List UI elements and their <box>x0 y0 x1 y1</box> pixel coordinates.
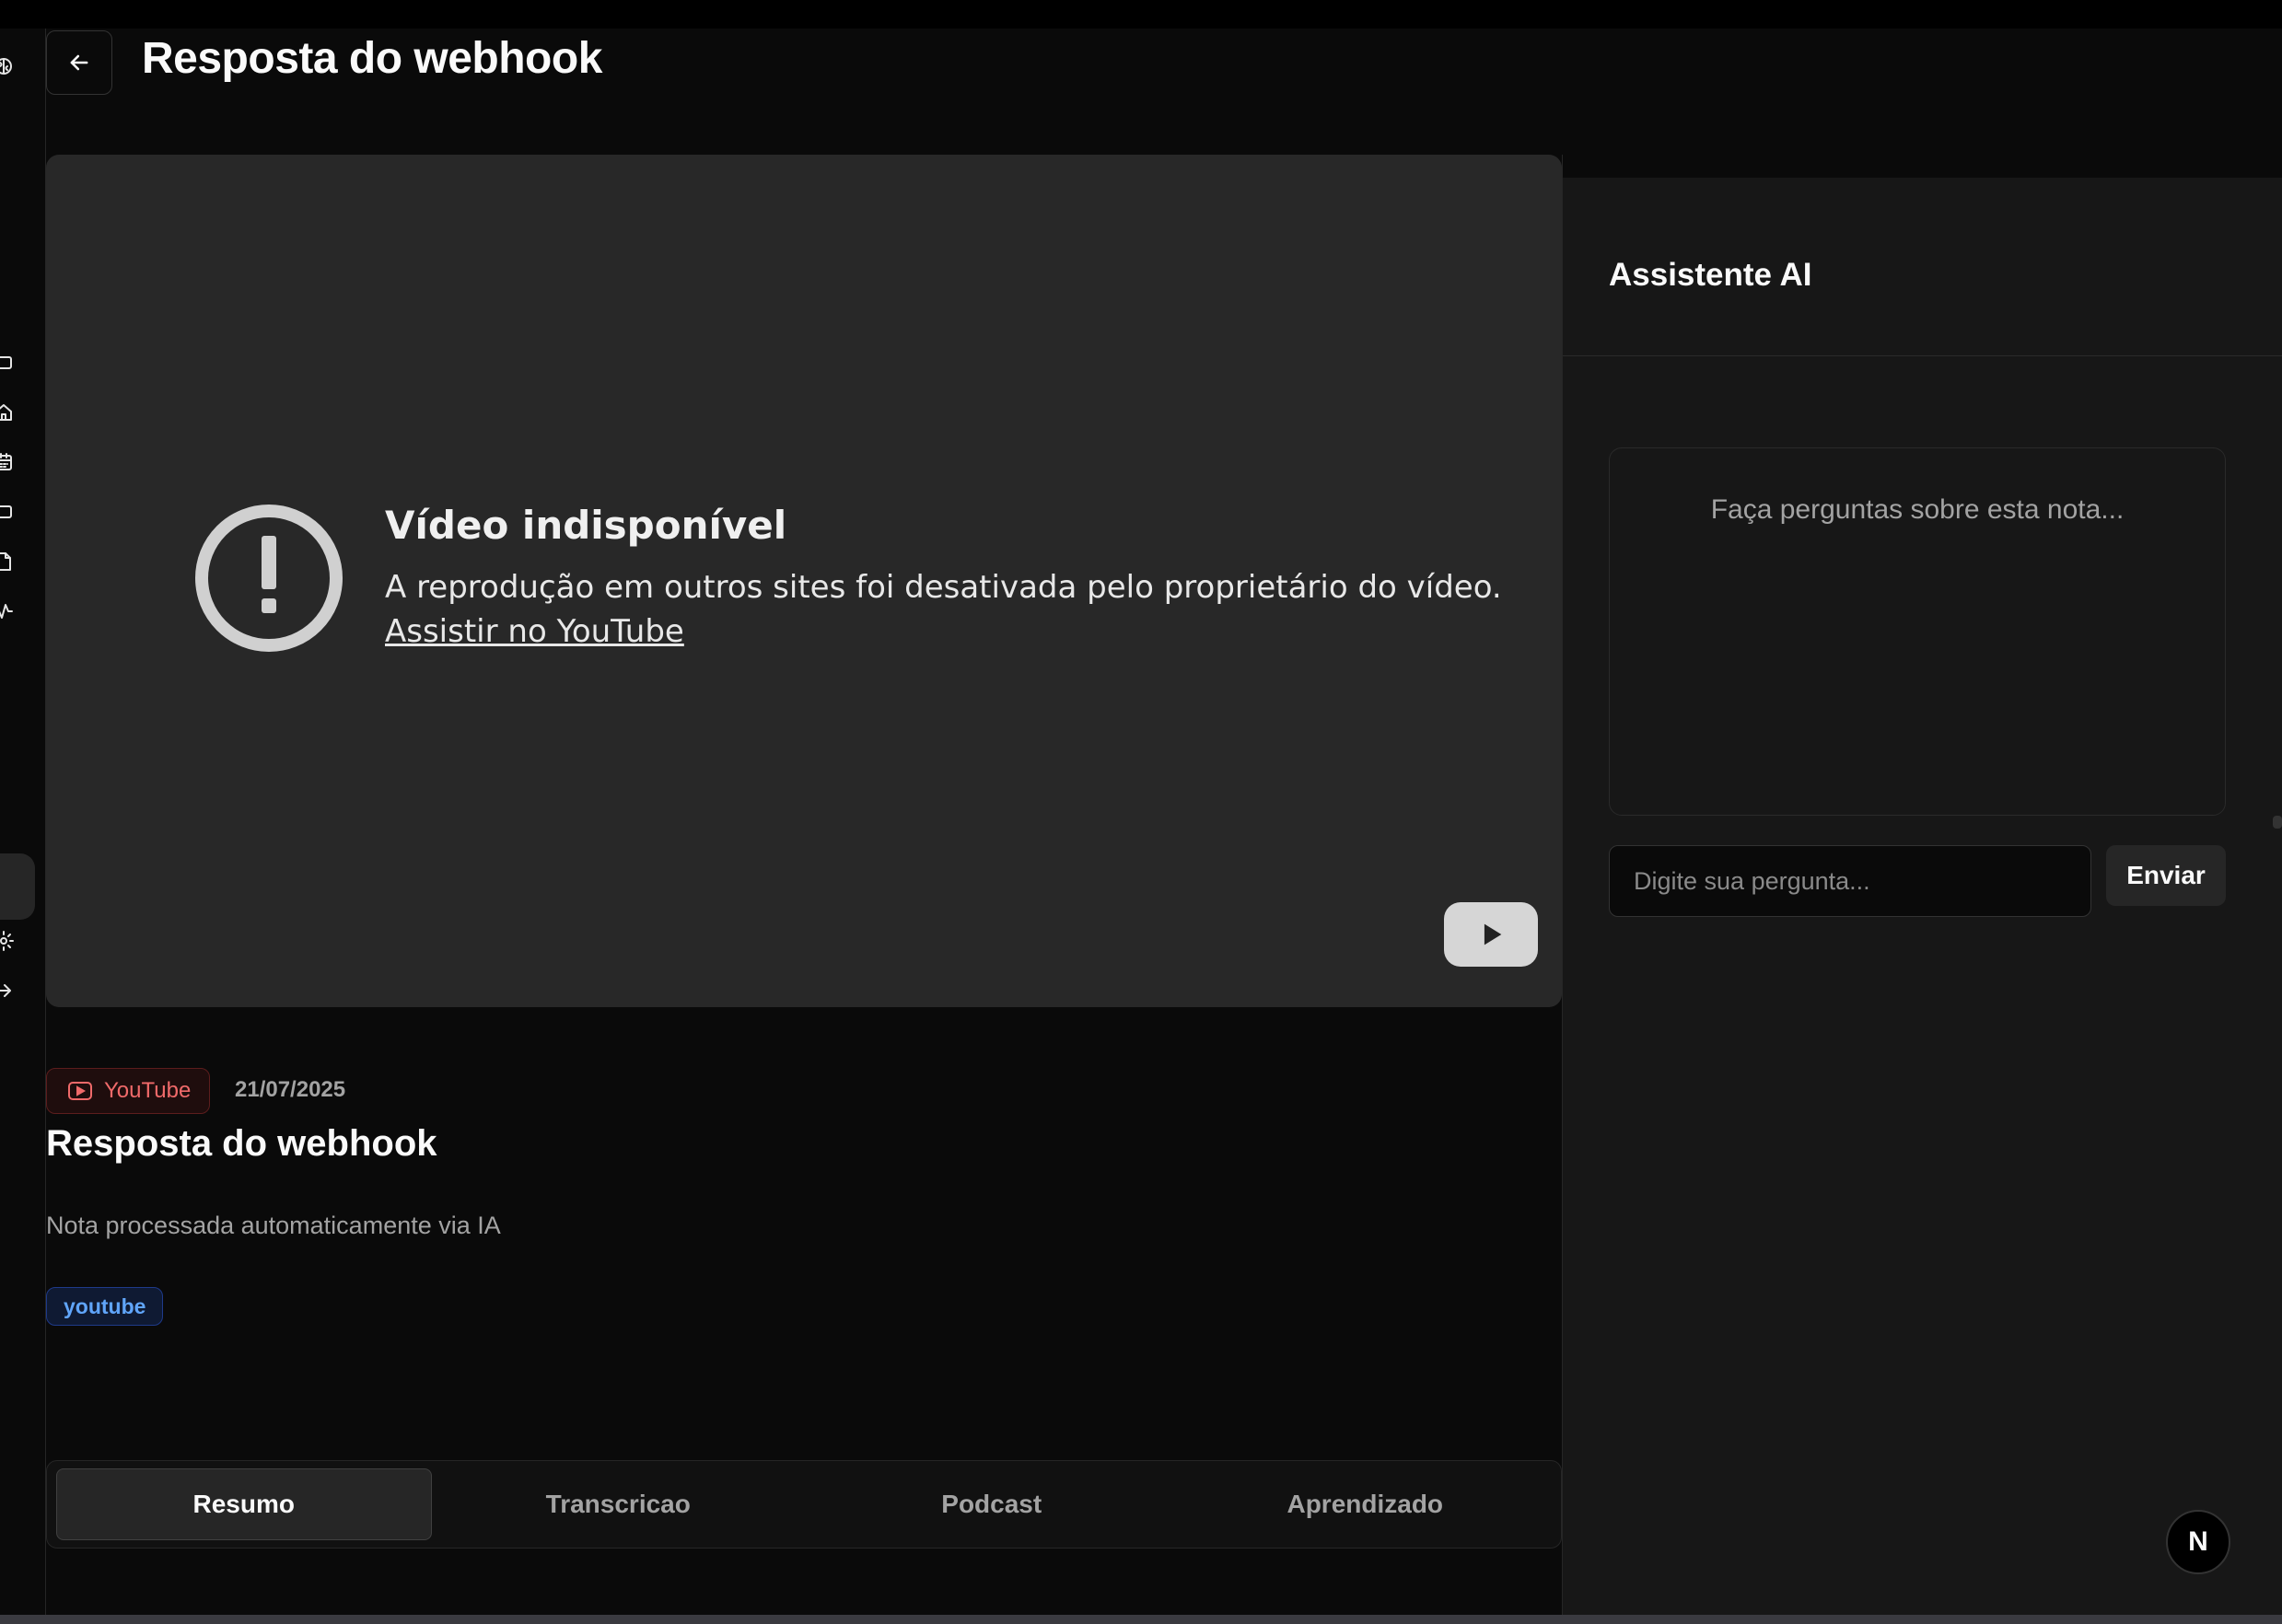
tab-podcast[interactable]: Podcast <box>805 1468 1179 1540</box>
warning-icon <box>195 505 343 652</box>
note-date: 21/07/2025 <box>235 1077 346 1102</box>
assistant-divider <box>1563 355 2282 356</box>
video-unavailable-title: Vídeo indisponível <box>385 503 787 548</box>
page-title: Resposta do webhook <box>142 34 602 83</box>
video-unavailable-message: A reprodução em outros sites foi desativ… <box>385 569 1502 606</box>
scrollbar[interactable] <box>2273 816 2282 829</box>
youtube-icon <box>68 1082 92 1100</box>
brain-icon[interactable] <box>0 52 20 80</box>
sidebar-active-highlight <box>0 853 35 920</box>
home-icon[interactable] <box>0 399 20 426</box>
assistant-title: Assistente AI <box>1609 257 1812 293</box>
bottom-strip <box>0 1615 2282 1624</box>
back-button[interactable] <box>46 30 112 95</box>
watch-on-youtube-link[interactable]: Assistir no YouTube <box>385 613 684 650</box>
tab-aprendizado[interactable]: Aprendizado <box>1179 1468 1553 1540</box>
note-tabs: Resumo Transcricao Podcast Aprendizado <box>46 1460 1562 1549</box>
question-input[interactable] <box>1609 845 2091 917</box>
arrow-left-icon <box>70 54 88 71</box>
next-dev-badge[interactable]: N <box>2166 1510 2230 1574</box>
chat-empty-text: Faça perguntas sobre esta nota... <box>1710 494 2125 525</box>
gear-icon[interactable] <box>0 927 20 955</box>
play-icon <box>1484 923 1502 945</box>
source-badge: YouTube <box>46 1068 211 1114</box>
browser-top-bar <box>0 0 2282 29</box>
tag-youtube[interactable]: youtube <box>46 1287 164 1326</box>
box-icon[interactable] <box>0 349 20 377</box>
note-description: Nota processada automaticamente via IA <box>46 1212 501 1239</box>
send-button[interactable]: Enviar <box>2106 845 2226 906</box>
note-title: Resposta do webhook <box>46 1123 437 1164</box>
tab-resumo[interactable]: Resumo <box>56 1468 432 1540</box>
chat-messages-area: Faça perguntas sobre esta nota... <box>1609 447 2226 816</box>
video-embed[interactable]: Vídeo indisponível A reprodução em outro… <box>46 155 1562 1007</box>
sidebar <box>0 29 46 1615</box>
file-icon[interactable] <box>0 548 20 575</box>
ai-assistant-panel: Assistente AI Faça perguntas sobre esta … <box>1563 178 2282 1615</box>
source-badge-label: YouTube <box>104 1078 192 1103</box>
youtube-play-button[interactable] <box>1444 902 1538 967</box>
logout-icon[interactable] <box>0 977 20 1004</box>
tab-transcricao[interactable]: Transcricao <box>432 1468 806 1540</box>
folder-icon[interactable] <box>0 498 20 526</box>
calendar-icon[interactable] <box>0 448 20 476</box>
activity-icon[interactable] <box>0 597 20 625</box>
